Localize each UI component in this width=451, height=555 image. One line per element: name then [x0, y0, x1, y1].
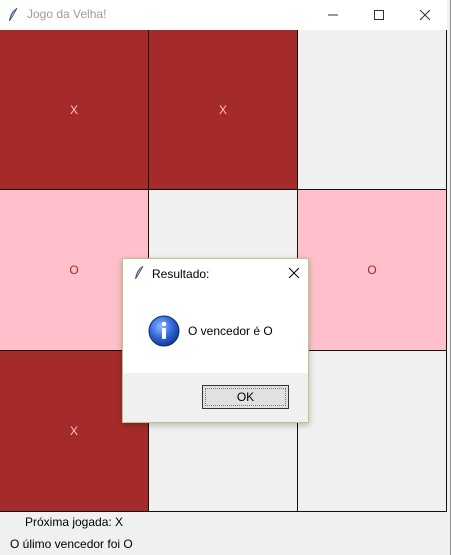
window-title: Jogo da Velha!	[27, 7, 107, 21]
close-icon	[288, 267, 300, 279]
board-cell-5[interactable]: O	[298, 190, 447, 351]
board-cell-8[interactable]	[298, 351, 447, 512]
info-icon	[148, 315, 180, 347]
minimize-icon	[328, 14, 338, 16]
minimize-button[interactable]	[310, 0, 356, 30]
board-cell-2[interactable]	[298, 30, 447, 190]
maximize-icon	[374, 10, 384, 20]
close-button[interactable]	[402, 0, 448, 30]
dialog-close-button[interactable]	[284, 263, 304, 283]
result-dialog: Resultado: O vencedor é O OK	[122, 258, 309, 423]
board-cell-0[interactable]: X	[0, 30, 149, 190]
board-cell-1[interactable]: X	[149, 30, 298, 190]
feather-icon	[135, 265, 144, 279]
last-winner-label: O úlimo vencedor foi O	[10, 537, 133, 551]
next-move-label: Próxima jogada: X	[25, 515, 124, 529]
maximize-button[interactable]	[356, 0, 402, 30]
feather-icon	[9, 7, 18, 21]
close-icon	[419, 9, 431, 21]
dialog-title: Resultado:	[152, 267, 210, 281]
title-bar[interactable]: Jogo da Velha!	[0, 0, 447, 31]
dialog-message: O vencedor é O	[188, 324, 273, 338]
ok-button[interactable]: OK	[202, 385, 289, 409]
dialog-footer: OK	[123, 373, 308, 422]
dialog-title-bar[interactable]: Resultado:	[123, 259, 308, 287]
